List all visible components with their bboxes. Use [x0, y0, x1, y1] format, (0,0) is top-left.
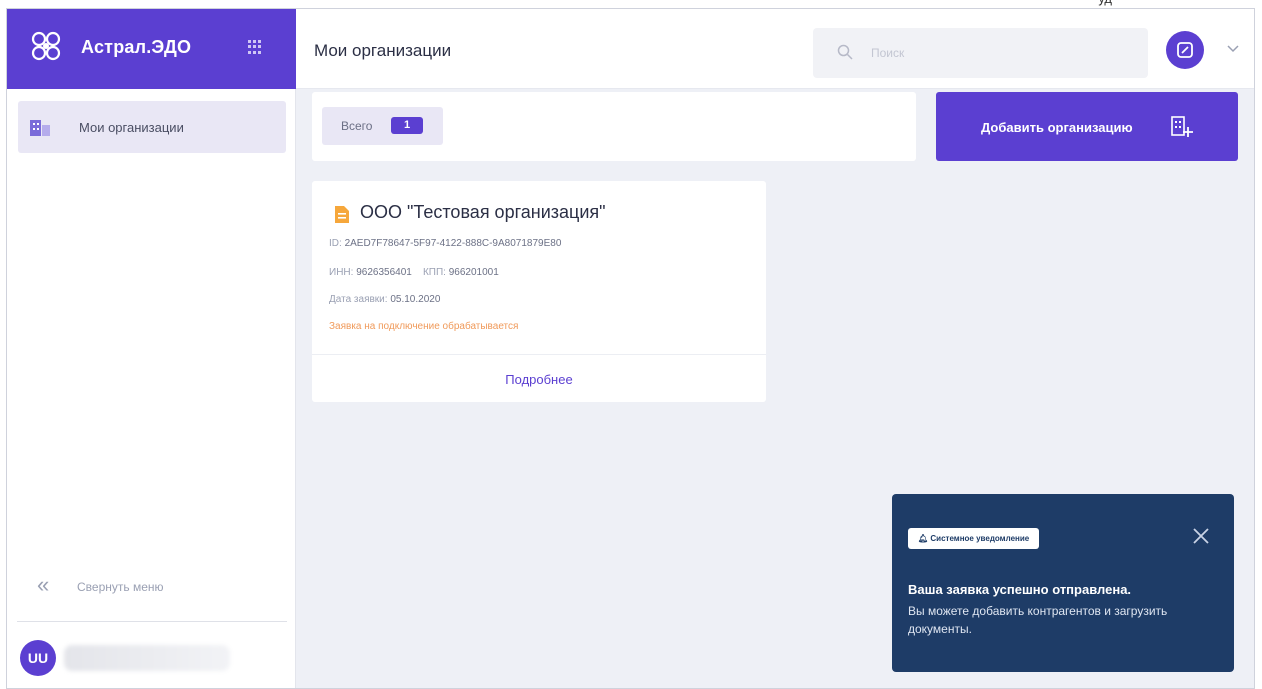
brand-name: Астрал.ЭДО	[81, 37, 192, 57]
building-icon	[30, 120, 50, 136]
astral-logo-icon	[31, 31, 61, 61]
sidebar: Астрал.ЭДО Мои организации « Свернуть ме…	[7, 9, 296, 688]
notification-title: Ваша заявка успешно отправлена.	[908, 582, 1132, 597]
search-icon	[837, 44, 853, 60]
page-title: Мои организации	[314, 41, 452, 60]
organization-request-date: Дата заявки: 05.10.2020	[329, 294, 441, 305]
brand-bar: Астрал.ЭДО	[7, 9, 296, 89]
top-text-fragment: уд	[1098, 0, 1112, 6]
details-link[interactable]: Подробнее	[312, 372, 766, 387]
add-building-icon	[1171, 116, 1193, 137]
bell-icon: 🔔︎	[918, 534, 929, 543]
notification-badge: 🔔︎ Системное уведомление	[908, 528, 1040, 549]
double-chevron-left-icon: «	[37, 572, 50, 597]
header: Мои организации	[296, 9, 1254, 89]
status-badge: Заявка на подключение обрабатывается	[329, 321, 519, 332]
notification-body: Вы можете добавить контрагентов и загруз…	[908, 604, 1168, 636]
sidebar-divider	[17, 621, 287, 622]
chevron-down-icon[interactable]	[1227, 45, 1239, 53]
sidebar-item-my-organizations[interactable]: Мои организации	[18, 101, 286, 153]
organization-card: ООО "Тестовая организация" ID: 2AED7F786…	[312, 181, 766, 402]
profile-icon	[1177, 42, 1193, 58]
search-input[interactable]	[871, 43, 1121, 63]
sidebar-item-label: Мои организации	[79, 120, 184, 135]
top-strip: уд	[0, 0, 1262, 8]
total-label: Всего	[341, 119, 373, 133]
organizations-toolbar: Всего 1	[312, 92, 916, 161]
document-icon	[335, 206, 349, 223]
search-box[interactable]	[813, 28, 1148, 78]
close-icon[interactable]	[1190, 525, 1212, 547]
collapse-menu-label: Свернуть меню	[77, 580, 164, 594]
card-divider	[312, 354, 766, 355]
profile-button[interactable]	[1166, 31, 1204, 69]
total-count-badge: 1	[391, 117, 423, 134]
notification-badge-label: Системное уведомление	[930, 534, 1030, 543]
user-name-blurred	[64, 645, 230, 671]
total-filter[interactable]: Всего 1	[322, 107, 443, 145]
organization-name: ООО "Тестовая организация"	[360, 202, 606, 222]
add-organization-button[interactable]: Добавить организацию	[936, 92, 1238, 161]
app-window: Астрал.ЭДО Мои организации « Свернуть ме…	[6, 8, 1255, 689]
organization-id: ID: 2AED7F78647-5F97-4122-888C-9A8071879…	[329, 238, 562, 249]
system-notification: 🔔︎ Системное уведомление Ваша заявка усп…	[892, 494, 1234, 672]
avatar: UU	[20, 640, 56, 676]
add-organization-label: Добавить организацию	[981, 120, 1133, 135]
organization-inn-kpp: ИНН: 9626356401 КПП: 966201001	[329, 267, 499, 278]
apps-grid-icon[interactable]	[248, 40, 262, 54]
